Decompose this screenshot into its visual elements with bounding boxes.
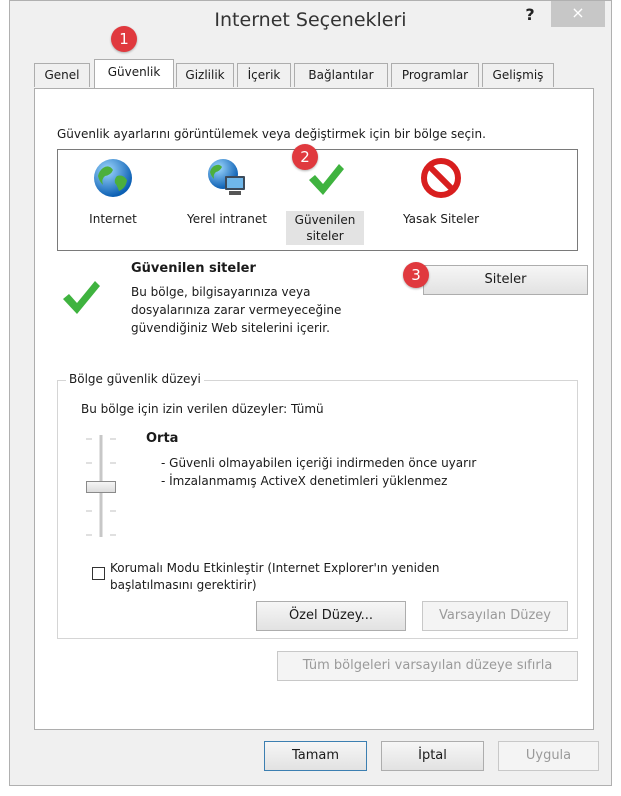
zone-label: Yasak Siteler: [402, 212, 480, 226]
level-name: Orta: [146, 431, 179, 446]
protected-mode-label[interactable]: Korumalı Modu Etkinleştir (Internet Expl…: [110, 561, 440, 575]
tab-general[interactable]: Genel: [34, 63, 90, 87]
protected-mode-checkbox[interactable]: [92, 567, 105, 580]
default-level-button[interactable]: Varsayılan Düzey: [422, 601, 568, 631]
zone-label: Güvenilen siteler: [286, 211, 364, 245]
protected-mode-label[interactable]: başlatılmasını gerektirir): [110, 578, 257, 592]
zone-label: Yerel intranet: [187, 212, 267, 226]
zone-list: Internet Yerel intranet Güvenilen sitele…: [57, 149, 578, 251]
zone-security-level-group: Bölge güvenlik düzeyi Bu bölge için izin…: [57, 372, 578, 639]
ok-button[interactable]: Tamam: [264, 741, 367, 771]
tab-programs[interactable]: Programlar: [391, 63, 479, 87]
security-tab-panel: Güvenlik ayarlarını görüntülemek veya de…: [34, 88, 594, 730]
zone-description-line: dosyalarınıza zarar vermeyeceğine: [131, 303, 342, 317]
step-marker-3: 3: [403, 262, 429, 288]
intranet-icon: [208, 159, 245, 195]
zone-restricted-sites[interactable]: Yasak Siteler: [396, 156, 486, 227]
custom-level-button[interactable]: Özel Düzey...: [256, 601, 406, 631]
zone-description-line: güvendiğiniz Web sitelerini içerir.: [131, 321, 330, 335]
tab-connections[interactable]: Bağlantılar: [294, 63, 388, 87]
internet-options-dialog: Internet Seçenekleri ? × Genel Güvenlik …: [9, 0, 612, 786]
tab-content[interactable]: İçerik: [237, 63, 291, 87]
tab-privacy[interactable]: Gizlilik: [176, 63, 234, 87]
level-item: - Güvenli olmayabilen içeriği indirmeden…: [161, 456, 477, 470]
step-marker-2: 2: [292, 144, 318, 170]
sites-button[interactable]: Siteler: [423, 265, 588, 295]
slider-thumb[interactable]: [86, 481, 116, 493]
title-bar: Internet Seçenekleri ? ×: [10, 1, 611, 39]
globe-icon: [94, 159, 132, 197]
zone-trusted-sites[interactable]: Güvenilen siteler: [286, 156, 364, 245]
allowed-levels-text: Bu bölge için izin verilen düzeyler: Tüm…: [81, 402, 324, 416]
cancel-button[interactable]: İptal: [381, 741, 484, 771]
zone-instruction: Güvenlik ayarlarını görüntülemek veya de…: [57, 127, 486, 141]
reset-all-zones-button[interactable]: Tüm bölgeleri varsayılan düzeye sıfırla: [277, 651, 578, 681]
close-button[interactable]: ×: [551, 1, 605, 27]
level-item: - İmzalanmamış ActiveX denetimleri yükle…: [161, 474, 448, 488]
checkmark-icon: [63, 281, 100, 314]
security-level-slider[interactable]: [80, 431, 124, 541]
step-marker-1: 1: [111, 26, 137, 52]
zone-internet[interactable]: Internet: [68, 156, 158, 227]
zone-title: Güvenilen siteler: [131, 261, 256, 276]
restricted-icon: [421, 158, 461, 198]
help-button[interactable]: ?: [515, 3, 545, 29]
group-title: Bölge güvenlik düzeyi: [66, 372, 204, 386]
apply-button[interactable]: Uygula: [498, 741, 599, 771]
tab-advanced[interactable]: Gelişmiş: [482, 63, 554, 87]
tab-security[interactable]: Güvenlik: [94, 59, 174, 88]
zone-description-line: Bu bölge, bilgisayarınıza veya: [131, 285, 311, 299]
zone-local-intranet[interactable]: Yerel intranet: [182, 156, 272, 227]
zone-label: Internet: [89, 212, 137, 226]
